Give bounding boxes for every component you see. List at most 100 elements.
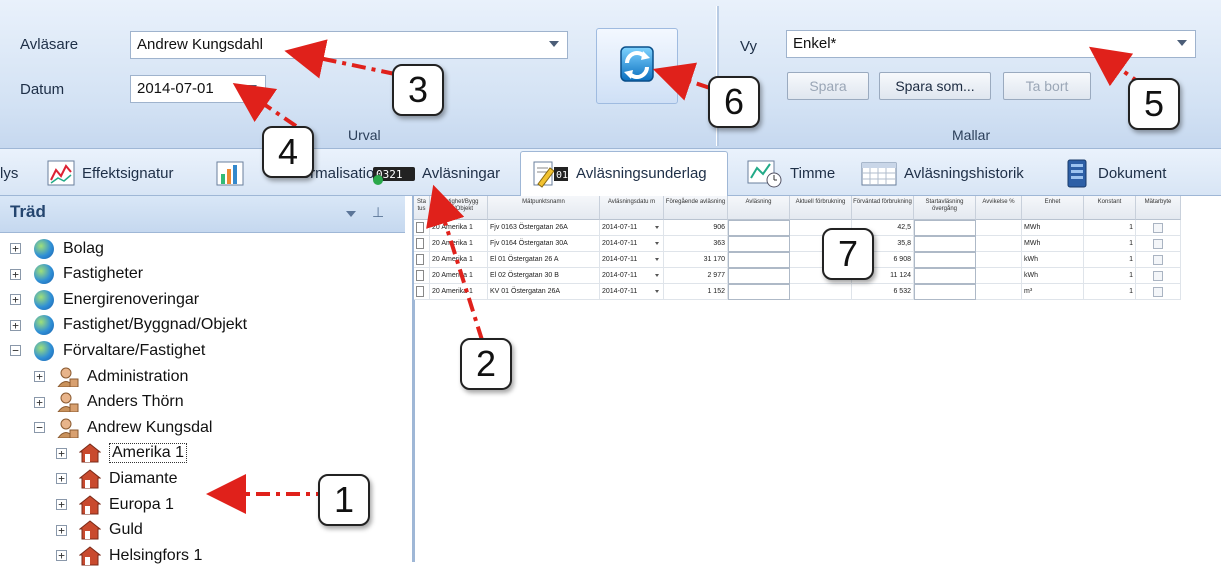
tree-item[interactable]: + Bolag [10, 236, 104, 261]
grid-cell[interactable] [914, 284, 976, 300]
collapse-icon[interactable]: − [34, 422, 45, 434]
tree-item[interactable]: + Anders Thörn [34, 390, 184, 415]
cell-value: 2014-07-11 [602, 272, 638, 279]
tab-analys[interactable]: lys [0, 152, 18, 194]
expand-icon[interactable]: + [10, 319, 21, 331]
column-header[interactable]: Fastighet/Bygg nad/Objekt [430, 196, 488, 220]
chevron-down-icon[interactable] [549, 41, 559, 47]
grid-cell[interactable] [1136, 284, 1181, 300]
chevron-down-icon[interactable] [655, 242, 659, 245]
tree-item[interactable]: + Energirenoveringar [10, 287, 199, 312]
column-header[interactable]: Avvikelse % [976, 196, 1022, 220]
grid-cell[interactable] [914, 268, 976, 284]
checkbox[interactable] [1153, 287, 1163, 297]
clock-chart-icon [746, 158, 784, 188]
chevron-down-icon[interactable] [247, 85, 257, 91]
panel-menu-icon[interactable] [346, 211, 356, 217]
pin-icon[interactable]: ⊥ [372, 204, 384, 221]
column-header[interactable]: Sta tus [414, 196, 430, 220]
save-button[interactable]: Spara [787, 72, 869, 100]
tab-avlasningshistorik[interactable]: Avläsningshistorik [860, 152, 1024, 194]
column-header[interactable]: Avläsningsdatu m [600, 196, 664, 220]
grid-cell[interactable] [914, 252, 976, 268]
column-header[interactable]: Konstant [1084, 196, 1136, 220]
expand-icon[interactable]: + [34, 396, 45, 408]
grid-cell[interactable] [914, 220, 976, 236]
column-header[interactable]: Mätpunktsnamn [488, 196, 600, 220]
grid-cell[interactable] [728, 268, 790, 284]
tab-dokument[interactable]: Dokument [1062, 152, 1166, 194]
grid-cell[interactable] [728, 236, 790, 252]
column-header[interactable]: Startavläsning övergång [914, 196, 976, 220]
chart-icon [46, 158, 76, 188]
checkbox[interactable] [1153, 239, 1163, 249]
cell-value: 11 124 [890, 272, 911, 279]
grid-cell[interactable] [728, 252, 790, 268]
expand-icon[interactable]: + [56, 499, 67, 510]
tab-avlasningar[interactable]: 0321 Avläsningar [372, 152, 500, 194]
grid-cell[interactable] [1136, 236, 1181, 252]
tree-item[interactable]: + Fastigheter [10, 262, 143, 287]
tree-item[interactable]: + Fastighet/Byggnad/Objekt [10, 313, 247, 338]
collapse-icon[interactable]: − [10, 345, 21, 357]
grid-cell: Fjv 0164 Östergatan 30A [488, 236, 600, 252]
expand-icon[interactable]: + [10, 243, 21, 254]
tree-item[interactable]: + Guld [56, 518, 143, 543]
grid-cell[interactable]: 2014-07-11 [600, 236, 664, 252]
tree-item[interactable]: + Amerika 1 [56, 441, 188, 466]
tree-item[interactable]: + Administration [34, 364, 188, 389]
column-header[interactable]: Avläsning [728, 196, 790, 220]
expand-icon[interactable]: + [56, 447, 67, 459]
expand-icon[interactable]: + [10, 294, 21, 306]
tree-item[interactable]: − Förvaltare/Fastighet [10, 338, 205, 363]
checkbox[interactable] [1153, 255, 1163, 265]
grid-cell[interactable] [728, 284, 790, 300]
tab-effektsignatur[interactable]: Effektsignatur [46, 152, 173, 194]
grid-cell[interactable] [914, 236, 976, 252]
column-header[interactable]: Förväntad förbrukning [852, 196, 914, 220]
group-label-mallar: Mallar [952, 127, 991, 143]
grid-cell[interactable] [728, 220, 790, 236]
grid-cell[interactable] [1136, 252, 1181, 268]
cell-value: 2014-07-11 [602, 288, 638, 295]
status-icon [416, 222, 424, 233]
view-combo[interactable]: Enkel* [786, 30, 1196, 58]
grid-cell[interactable] [1136, 220, 1181, 236]
counter-icon: 0321 [372, 158, 416, 188]
expand-icon[interactable]: + [56, 524, 67, 536]
expand-icon[interactable]: + [10, 268, 21, 280]
column-header[interactable]: Föregående avläsning [664, 196, 728, 220]
expand-icon[interactable]: + [34, 371, 45, 382]
delete-button[interactable]: Ta bort [1003, 72, 1091, 100]
tab-timme[interactable]: Timme [746, 152, 835, 194]
chevron-down-icon[interactable] [655, 258, 659, 261]
column-header[interactable]: Enhet [1022, 196, 1084, 220]
tab-label: Dokument [1098, 164, 1167, 182]
expand-icon[interactable]: + [56, 473, 67, 485]
grid-cell[interactable]: 2014-07-11 [600, 252, 664, 268]
tree-item[interactable]: − Andrew Kungsdal [34, 415, 212, 440]
chevron-down-icon[interactable] [655, 290, 659, 293]
chevron-down-icon[interactable] [655, 226, 659, 229]
save-as-button[interactable]: Spara som... [879, 72, 991, 100]
grid-cell[interactable]: 2014-07-11 [600, 268, 664, 284]
grid-cell[interactable] [1136, 268, 1181, 284]
grid-cell[interactable]: 2014-07-11 [600, 220, 664, 236]
tree-item[interactable]: + Europa 1 [56, 492, 174, 517]
refresh-button[interactable] [596, 28, 678, 104]
checkbox[interactable] [1153, 223, 1163, 233]
tree-item[interactable]: + Diamante [56, 466, 177, 491]
tab-avlasningsunderlag[interactable]: 01 Avläsningsunderlag [530, 152, 707, 194]
reader-combo[interactable]: Andrew Kungsdahl [130, 31, 568, 59]
date-picker[interactable]: 2014-07-01 [130, 75, 266, 103]
chevron-down-icon[interactable] [655, 274, 659, 277]
column-header[interactable]: Mätarbyte [1136, 196, 1181, 220]
cell-value: 20 Amerika 1 [432, 288, 473, 295]
column-header[interactable]: Aktuell förbrukning [790, 196, 852, 220]
chevron-down-icon[interactable] [1177, 40, 1187, 46]
checkbox[interactable] [1153, 271, 1163, 281]
grid-cell: MWh [1022, 236, 1084, 252]
grid-cell[interactable]: 2014-07-11 [600, 284, 664, 300]
expand-icon[interactable]: + [56, 550, 67, 562]
tree-item[interactable]: + Helsingfors 1 [56, 543, 202, 568]
